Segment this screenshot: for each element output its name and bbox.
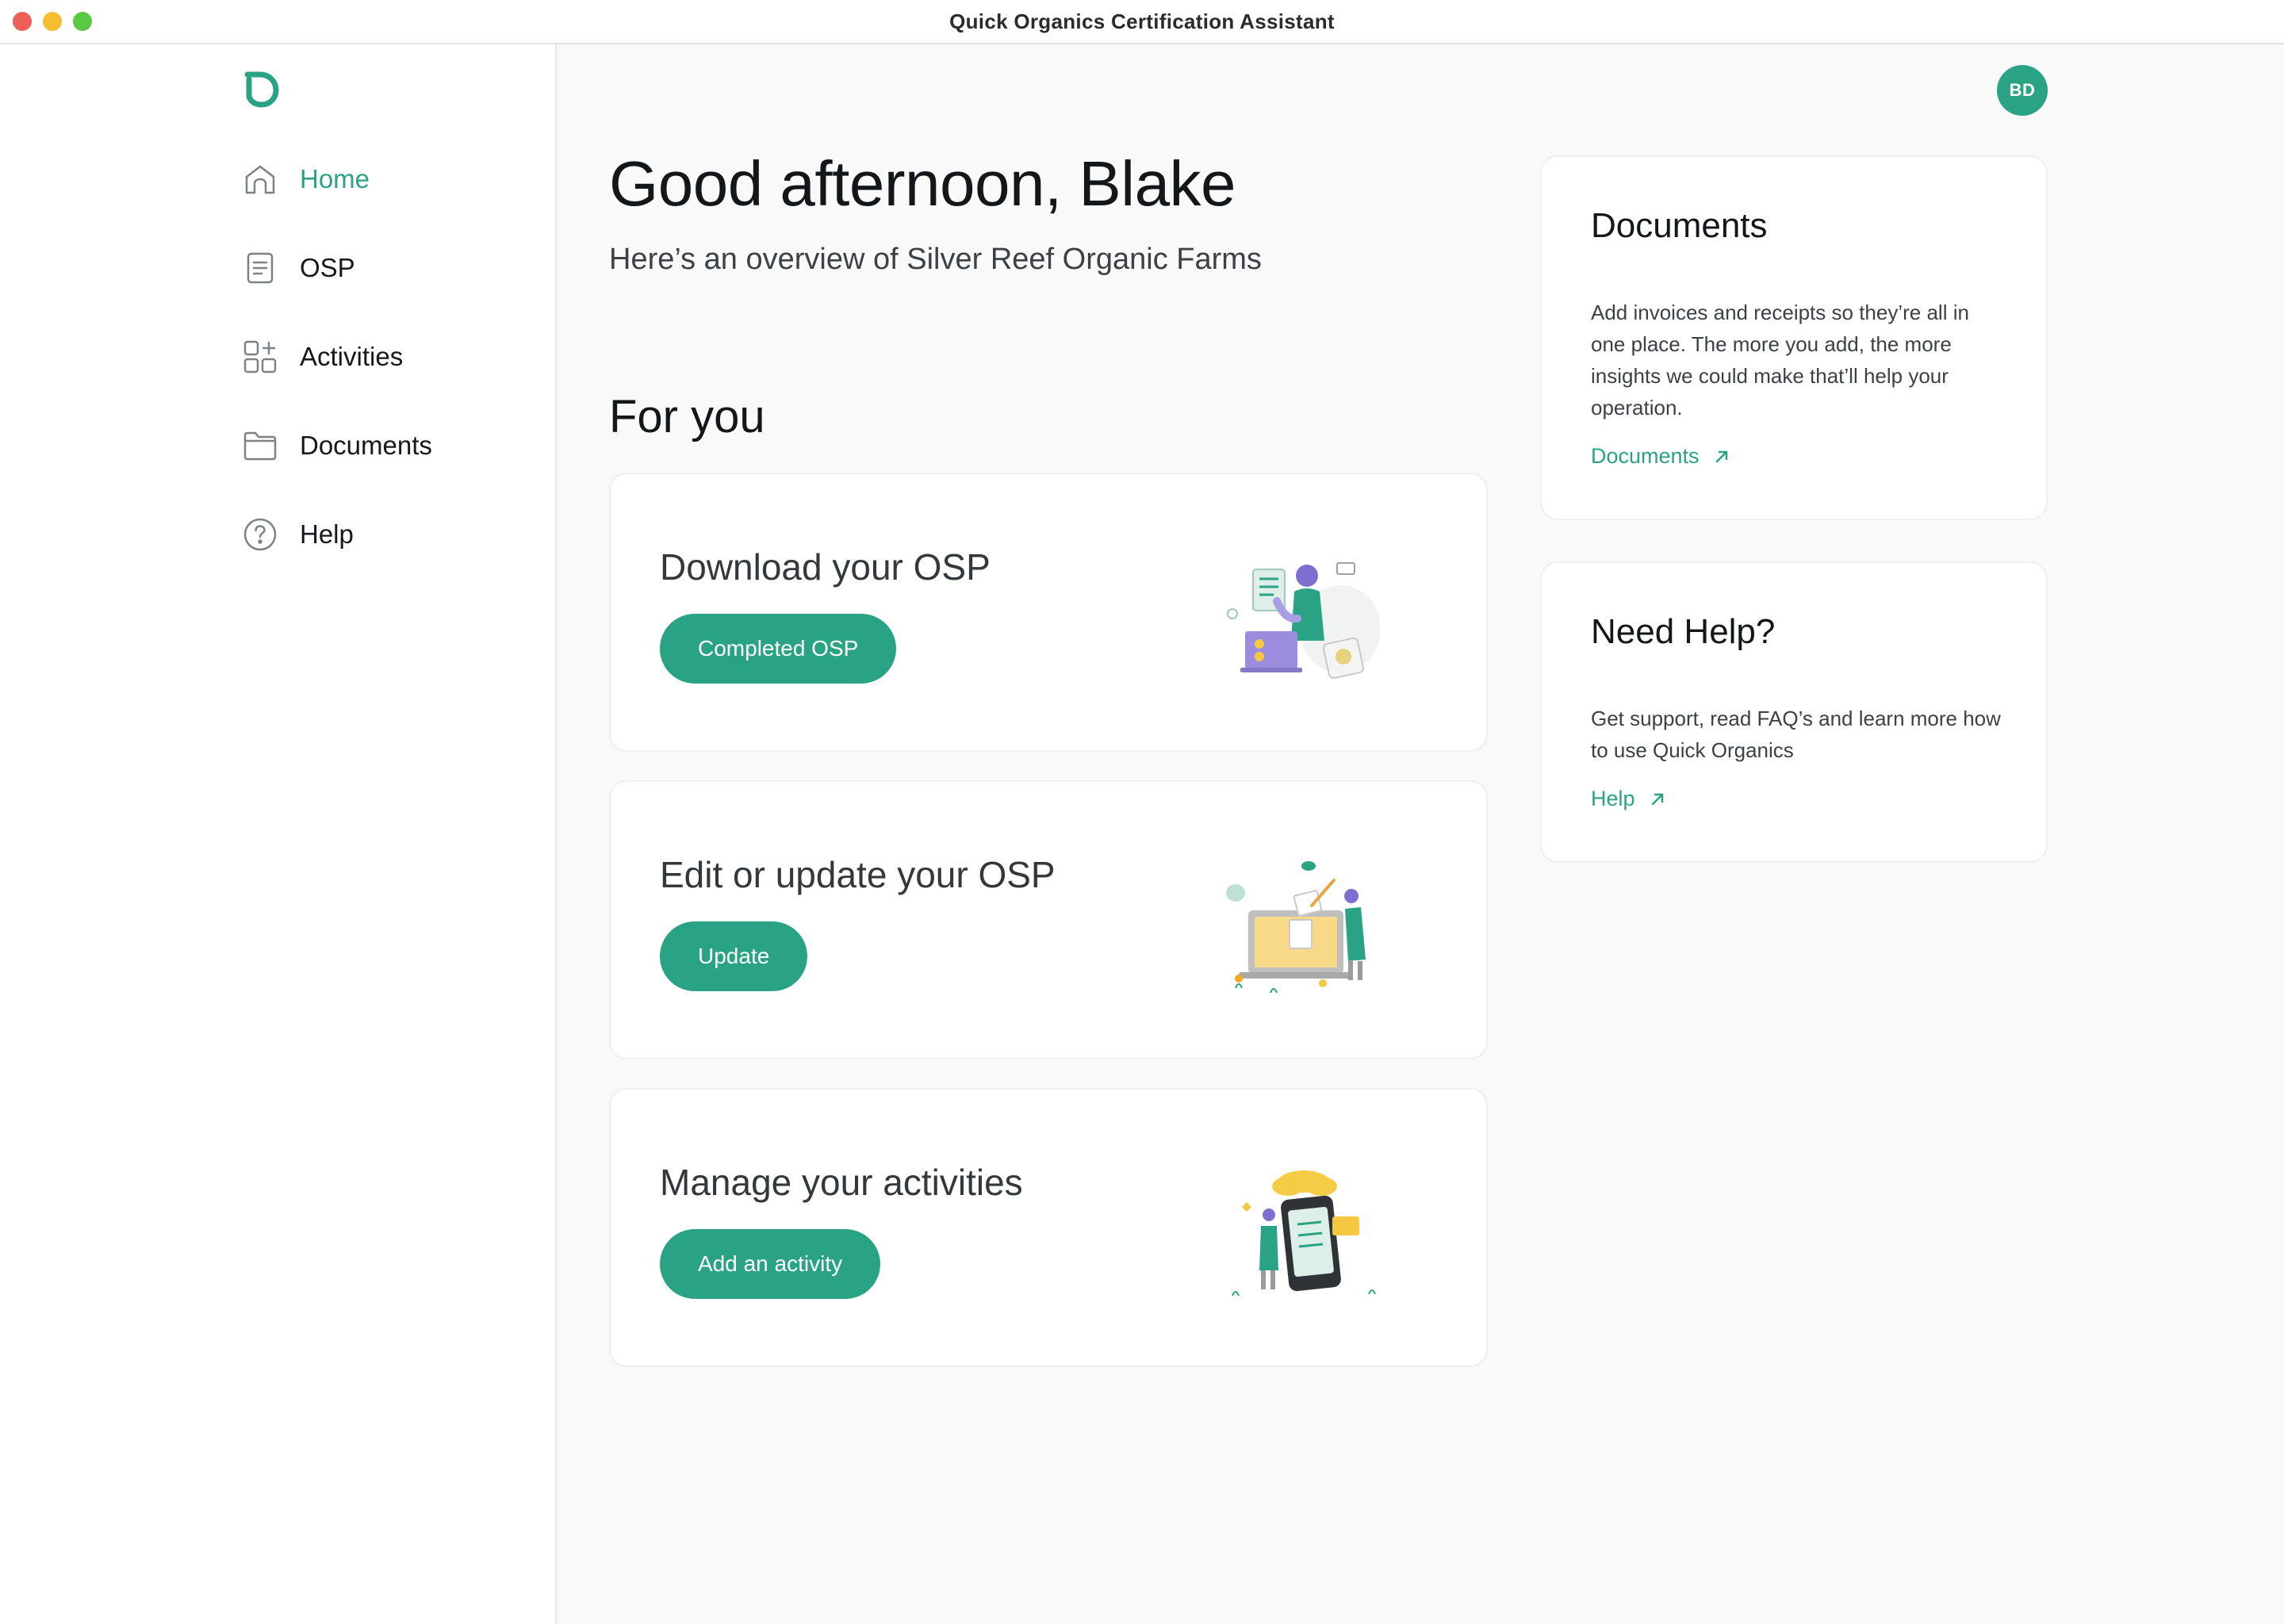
sidebar: Home OSP Activities Documents Help	[0, 44, 557, 1624]
completed-osp-button[interactable]: Completed OSP	[660, 614, 897, 684]
card-edit-osp: Edit or update your OSP Update	[609, 780, 1488, 1059]
activities-grid-icon	[243, 339, 278, 374]
manage-activities-illustration-icon	[1232, 1170, 1376, 1297]
sidebar-item-home[interactable]: Home	[243, 157, 432, 201]
window-controls	[13, 12, 92, 31]
sidebar-item-label: Documents	[300, 431, 432, 460]
sidebar-item-label: Activities	[300, 342, 404, 371]
sidebar-item-label: Help	[300, 519, 354, 549]
sidebar-item-label: OSP	[300, 253, 355, 282]
documents-link-label: Documents	[1591, 444, 1700, 468]
external-arrow-icon	[1715, 450, 1727, 462]
sidebar-item-label: Home	[300, 164, 370, 193]
card-title: Edit or update your OSP	[660, 854, 1056, 895]
add-activity-button[interactable]: Add an activity	[660, 1229, 881, 1299]
sidebar-item-osp[interactable]: OSP	[243, 246, 432, 290]
window-title: Quick Organics Certification Assistant	[949, 9, 1335, 33]
maximize-window-button[interactable]	[73, 12, 92, 31]
help-circle-icon	[243, 517, 278, 552]
documents-link[interactable]: Documents	[1591, 444, 1730, 469]
external-arrow-icon	[1651, 793, 1663, 805]
main-content: BD Good afternoon, Blake Here’s an overv…	[557, 44, 2284, 1624]
document-icon	[243, 251, 278, 285]
sidebar-nav: Home OSP Activities Documents Help	[243, 157, 432, 601]
app-logo-icon[interactable]	[240, 68, 281, 109]
page-subtitle: Here’s an overview of Silver Reef Organi…	[609, 243, 1262, 276]
documents-card: Documents Add invoices and receipts so t…	[1540, 155, 2048, 520]
documents-card-description: Add invoices and receipts so they’re all…	[1591, 301, 1969, 419]
sidebar-item-activities[interactable]: Activities	[243, 335, 432, 379]
card-download-osp: Download your OSP Completed OSP	[609, 473, 1488, 752]
card-manage-activities: Manage your activities Add an activity	[609, 1088, 1488, 1367]
edit-osp-illustration-icon	[1226, 861, 1366, 994]
page-title: Good afternoon, Blake	[609, 148, 1236, 219]
user-avatar[interactable]: BD	[1997, 65, 2048, 116]
download-osp-illustration-icon	[1227, 562, 1380, 679]
minimize-window-button[interactable]	[43, 12, 62, 31]
close-window-button[interactable]	[13, 12, 32, 31]
section-title-for-you: For you	[609, 391, 765, 442]
card-title: Manage your activities	[660, 1162, 1023, 1203]
update-button[interactable]: Update	[660, 921, 808, 991]
card-title: Download your OSP	[660, 546, 991, 588]
need-help-card-title: Need Help?	[1591, 612, 1776, 651]
sidebar-item-help[interactable]: Help	[243, 512, 432, 557]
window-titlebar: Quick Organics Certification Assistant	[0, 0, 2284, 44]
folder-icon	[243, 428, 278, 463]
need-help-card: Need Help? Get support, read FAQ’s and l…	[1540, 561, 2048, 863]
sidebar-item-documents[interactable]: Documents	[243, 423, 432, 468]
home-icon	[243, 162, 278, 197]
help-link-label: Help	[1591, 787, 1635, 810]
help-link[interactable]: Help	[1591, 787, 1665, 811]
documents-card-title: Documents	[1591, 206, 1768, 245]
need-help-card-description: Get support, read FAQ’s and learn more h…	[1591, 707, 2001, 762]
